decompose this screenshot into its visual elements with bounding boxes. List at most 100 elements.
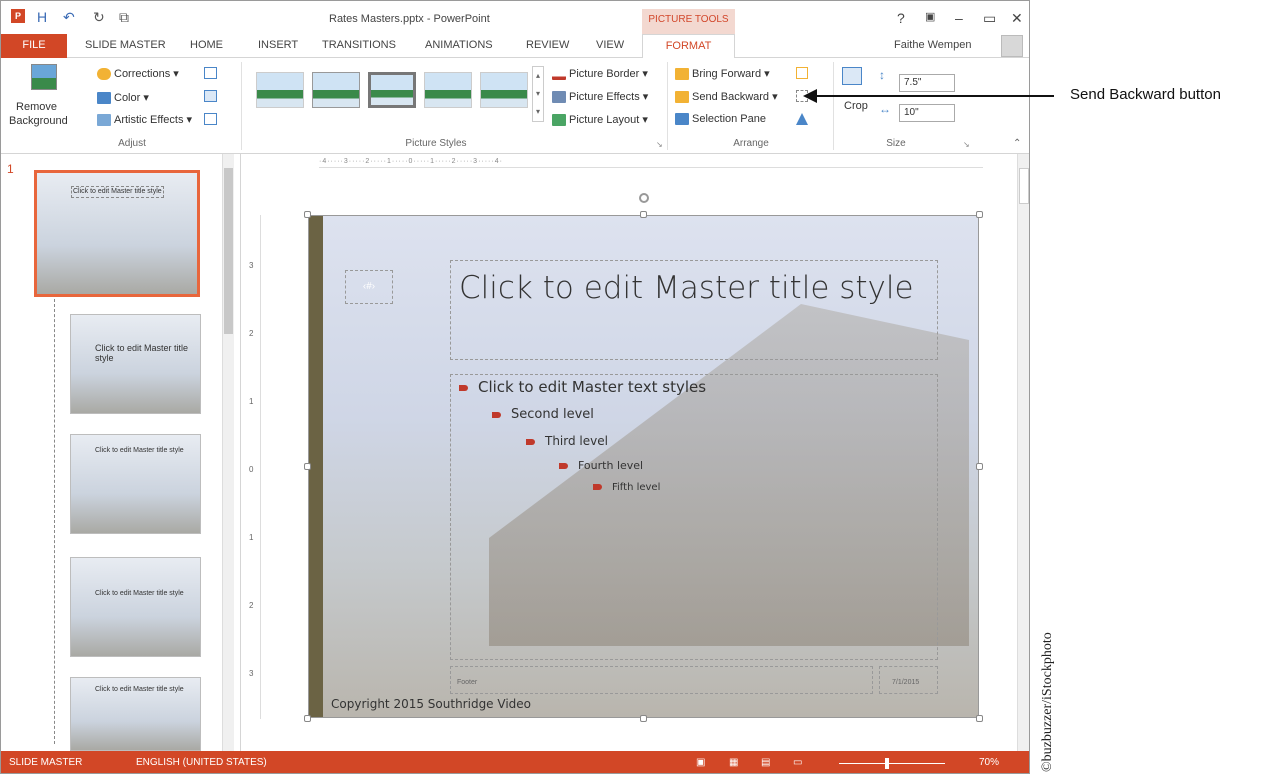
resize-handle[interactable] <box>976 211 983 218</box>
change-picture-icon[interactable] <box>204 90 217 102</box>
group-separator <box>241 62 242 150</box>
picture-border-label: Picture Border <box>569 68 640 80</box>
collapse-ribbon-icon[interactable]: ⌃ <box>1013 138 1021 149</box>
language-indicator[interactable]: ENGLISH (UNITED STATES) <box>136 757 267 768</box>
color-button[interactable]: Color ▾ <box>97 91 149 105</box>
thumbnail-scrollbar[interactable] <box>222 154 234 751</box>
bring-forward-button[interactable]: Bring Forward ▾ <box>675 67 770 81</box>
tab-home[interactable]: HOME <box>190 39 223 51</box>
picture-effects-label: Picture Effects <box>569 91 640 103</box>
ruler-mark: 3 <box>249 261 254 270</box>
styles-gallery-scroll[interactable]: ▴ ▾ ▾ <box>532 66 544 122</box>
crop-button[interactable]: Crop <box>844 100 868 112</box>
picture-border-button[interactable]: Picture Border ▾ <box>552 67 648 81</box>
photo-credit: ©buzbuzzer/iStockphoto <box>1040 632 1055 772</box>
picture-style-4[interactable] <box>424 72 472 108</box>
tab-review[interactable]: REVIEW <box>526 39 569 51</box>
user-name[interactable]: Faithe Wempen <box>894 39 971 51</box>
corrections-button[interactable]: Corrections ▾ <box>97 67 179 81</box>
thumbnail-title: Click to edit Master title style <box>95 686 184 693</box>
height-input[interactable]: 7.5" <box>899 74 955 92</box>
reset-picture-icon[interactable] <box>204 113 217 125</box>
minimize-icon[interactable]: – <box>955 10 963 26</box>
powerpoint-logo-icon: P <box>11 9 25 23</box>
redo-icon[interactable]: ↻ <box>93 9 105 26</box>
picture-layout-label: Picture Layout <box>569 114 640 126</box>
tab-view[interactable]: VIEW <box>596 39 624 51</box>
ruler-mark: 2 <box>249 601 254 610</box>
date-placeholder[interactable]: 7/1/2015 <box>879 666 938 694</box>
layout-thumbnail-2[interactable]: Click to edit Master title style <box>70 434 201 534</box>
footer-placeholder[interactable]: Footer <box>450 666 873 694</box>
tab-slide-master[interactable]: SLIDE MASTER <box>85 39 166 51</box>
reading-view-icon[interactable]: ▤ <box>761 757 770 768</box>
pen-icon <box>552 68 566 81</box>
tab-transitions[interactable]: TRANSITIONS <box>322 39 396 51</box>
selection-pane-button[interactable]: Selection Pane <box>675 113 766 126</box>
restore-icon[interactable]: ▭ <box>983 10 996 27</box>
scroll-thumb[interactable] <box>224 168 233 334</box>
ribbon: Remove Background Corrections ▾ Color ▾ … <box>1 58 1029 154</box>
resize-handle[interactable] <box>640 715 647 722</box>
ruler-mark: 3 <box>249 669 254 678</box>
zoom-slider[interactable] <box>839 763 945 764</box>
slide-scroll-thumb[interactable] <box>1019 168 1029 204</box>
close-icon[interactable]: ✕ <box>1011 10 1023 27</box>
presentation-icon[interactable]: ⧉ <box>119 9 129 26</box>
ribbon-display-icon[interactable]: ▣ <box>925 10 935 23</box>
picture-layout-button[interactable]: Picture Layout ▾ <box>552 113 648 127</box>
group-separator <box>833 62 834 150</box>
rotate-icon[interactable] <box>796 113 808 125</box>
width-input[interactable]: 10" <box>899 104 955 122</box>
picture-style-3[interactable] <box>368 72 416 108</box>
resize-handle[interactable] <box>640 211 647 218</box>
send-backward-button[interactable]: Send Backward ▾ <box>675 90 778 104</box>
crop-icon[interactable] <box>842 67 862 85</box>
picture-style-1[interactable] <box>256 72 304 108</box>
artistic-effects-button[interactable]: Artistic Effects ▾ <box>97 113 192 127</box>
powerpoint-window: P H ↶ ↻ ⧉ Rates Masters.pptx - PowerPoin… <box>0 0 1030 774</box>
slide-canvas[interactable]: ‹#› Click to edit Master title style Cli… <box>308 215 979 718</box>
slide-number-placeholder[interactable]: ‹#› <box>345 270 393 304</box>
picture-style-5[interactable] <box>480 72 528 108</box>
size-dialog-launcher-icon[interactable]: ↘ <box>963 140 970 149</box>
master-thumbnail[interactable]: Click to edit Master title style <box>34 170 200 297</box>
resize-handle[interactable] <box>304 715 311 722</box>
layout-thumbnail-1[interactable]: Click to edit Master title style <box>70 314 201 414</box>
resize-handle[interactable] <box>976 715 983 722</box>
resize-handle[interactable] <box>976 463 983 470</box>
adjust-group-label: Adjust <box>118 138 146 149</box>
picture-tools-header: PICTURE TOOLS <box>642 9 735 34</box>
normal-view-icon[interactable]: ▣ <box>696 757 705 768</box>
zoom-slider-thumb[interactable] <box>885 758 889 769</box>
undo-icon[interactable]: ↶ <box>63 9 75 26</box>
align-icon[interactable] <box>796 67 808 79</box>
arrange-group-label: Arrange <box>733 138 769 149</box>
resize-handle[interactable] <box>304 211 311 218</box>
remove-background-button[interactable]: Remove Background <box>9 100 68 128</box>
resize-handle[interactable] <box>304 463 311 470</box>
tab-format[interactable]: FORMAT <box>642 34 735 59</box>
avatar[interactable] <box>1001 35 1023 57</box>
help-icon[interactable]: ? <box>897 10 905 26</box>
tab-file[interactable]: FILE <box>1 34 67 58</box>
tab-animations[interactable]: ANIMATIONS <box>425 39 493 51</box>
tab-insert[interactable]: INSERT <box>258 39 298 51</box>
thumbnail-title: Click to edit Master title style <box>71 186 164 198</box>
slide-sorter-icon[interactable]: ▦ <box>729 757 738 768</box>
slide-show-icon[interactable]: ▭ <box>793 757 802 768</box>
layout-thumbnail-3[interactable]: Click to edit Master title style <box>70 557 201 657</box>
remove-background-icon[interactable] <box>31 64 57 90</box>
effects-icon <box>552 91 566 104</box>
layout-thumbnail-4[interactable]: Click to edit Master title style <box>70 677 201 751</box>
picture-style-2[interactable] <box>312 72 360 108</box>
rotation-handle-icon[interactable] <box>639 193 649 203</box>
dialog-launcher-icon[interactable]: ↘ <box>656 140 663 149</box>
picture-effects-button[interactable]: Picture Effects ▾ <box>552 90 648 104</box>
compress-pictures-icon[interactable] <box>204 67 217 79</box>
slide-scrollbar[interactable] <box>1017 154 1029 751</box>
slide-title: Click to edit Master title style <box>459 270 914 306</box>
save-icon[interactable]: H <box>37 9 47 25</box>
zoom-level[interactable]: 70% <box>979 757 999 768</box>
selection-pane-icon <box>675 113 689 126</box>
